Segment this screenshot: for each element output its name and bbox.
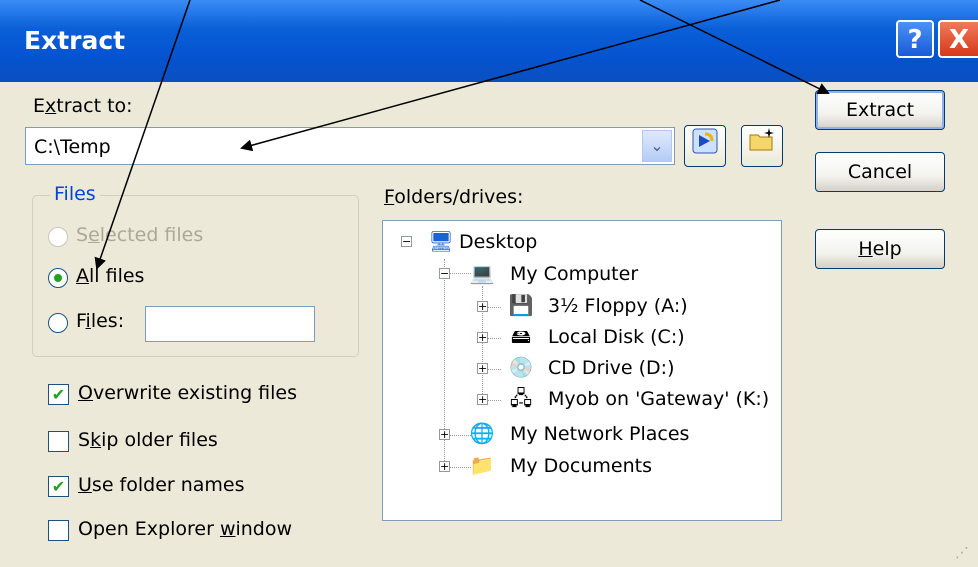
- path-arrow-icon: [692, 128, 718, 154]
- overwrite-label: Overwrite existing files: [78, 382, 298, 404]
- extract-dialog: Extract ? X Extract to: C:\Temp ⌄ Files …: [0, 0, 978, 567]
- expand-toggle[interactable]: +: [477, 363, 488, 374]
- disk-icon: 🖴: [510, 324, 532, 348]
- help-title-button[interactable]: ?: [896, 20, 934, 58]
- extract-to-label: Extract to:: [33, 95, 133, 117]
- tree-item-local-disk[interactable]: Local Disk (C:): [548, 326, 685, 348]
- documents-icon: 📁: [469, 453, 495, 477]
- overwrite-checkbox[interactable]: ✔: [48, 384, 69, 405]
- tree-item-my-documents[interactable]: My Documents: [510, 455, 652, 477]
- expand-toggle[interactable]: +: [477, 332, 488, 343]
- tree-item-network-places[interactable]: My Network Places: [510, 423, 689, 445]
- explorer-window-checkbox[interactable]: [48, 520, 69, 541]
- close-button[interactable]: X: [938, 20, 978, 58]
- skip-older-label: Skip older files: [78, 429, 218, 451]
- computer-icon: 💻: [469, 261, 495, 285]
- window-title: Extract: [24, 26, 126, 55]
- cancel-button[interactable]: Cancel: [815, 152, 945, 192]
- selected-files-radio[interactable]: [48, 227, 68, 247]
- tree-item-my-computer[interactable]: My Computer: [510, 263, 638, 285]
- expand-toggle[interactable]: +: [477, 301, 488, 312]
- tree-item-network-drive[interactable]: Myob on 'Gateway' (K:): [548, 388, 769, 410]
- files-pattern-input[interactable]: [145, 306, 315, 342]
- new-folder-button[interactable]: [741, 125, 783, 167]
- browse-path-button[interactable]: [684, 125, 726, 167]
- files-group-label: Files: [50, 183, 100, 205]
- folder-tree[interactable]: − 🖥 Desktop − 💻 My Computer + 💾 3½ Flopp…: [382, 220, 782, 521]
- extract-path-value[interactable]: C:\Temp: [34, 136, 111, 158]
- files-pattern-radio[interactable]: [48, 313, 68, 333]
- help-button[interactable]: Help: [815, 229, 945, 269]
- folders-drives-label: Folders/drives:: [384, 186, 524, 208]
- extract-button[interactable]: Extract: [815, 90, 945, 130]
- files-pattern-label: Files:: [76, 310, 125, 332]
- dropdown-arrow-icon[interactable]: ⌄: [642, 130, 672, 162]
- floppy-icon: 💾: [508, 293, 534, 317]
- network-icon: 🌐: [469, 421, 495, 445]
- resize-grip-icon[interactable]: ⋰: [955, 545, 973, 563]
- expand-toggle[interactable]: +: [439, 429, 450, 440]
- extract-path-combobox[interactable]: C:\Temp ⌄: [25, 127, 675, 165]
- title-bar[interactable]: Extract ? X: [0, 0, 978, 82]
- expand-toggle[interactable]: +: [477, 394, 488, 405]
- all-files-label: All files: [76, 265, 145, 287]
- folder-names-checkbox[interactable]: ✔: [48, 476, 69, 497]
- all-files-radio[interactable]: [48, 268, 68, 288]
- selected-files-label: Selected files: [76, 224, 204, 246]
- collapse-toggle[interactable]: −: [401, 236, 412, 247]
- tree-item-floppy[interactable]: 3½ Floppy (A:): [548, 295, 688, 317]
- collapse-toggle[interactable]: −: [439, 268, 450, 279]
- folder-names-label: Use folder names: [78, 474, 245, 496]
- expand-toggle[interactable]: +: [439, 461, 450, 472]
- tree-item-cd-drive[interactable]: CD Drive (D:): [548, 357, 675, 379]
- network-drive-icon: 🖧: [509, 386, 533, 410]
- cd-icon: 💿: [508, 355, 534, 379]
- desktop-icon: 🖥: [428, 229, 454, 253]
- tree-item-desktop[interactable]: Desktop: [459, 231, 537, 253]
- explorer-window-label: Open Explorer window: [78, 518, 293, 540]
- skip-older-checkbox[interactable]: [48, 431, 69, 452]
- new-folder-icon: [749, 128, 774, 151]
